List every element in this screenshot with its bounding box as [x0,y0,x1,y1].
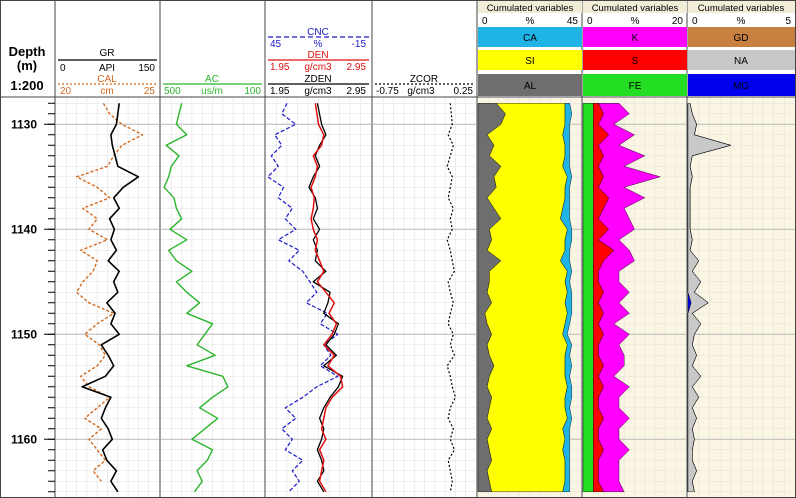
ac-unit: us/m [201,86,223,97]
ac-name: AC [205,74,219,85]
zden-max: 2.95 [347,86,367,97]
panel-1-unit: % [526,16,535,27]
cnc-name: CNC [307,27,329,38]
panel-2-min: 0 [587,16,593,27]
panel-1-max: 45 [567,16,579,27]
zden-curve [308,103,344,493]
zcor-min: -0.75 [376,86,399,97]
panel-2-unit: % [631,16,640,27]
gr-max: 150 [138,63,155,74]
zden-min: 1.95 [270,86,290,97]
legend-label-k: K [632,33,639,44]
zden-unit: g/cm3 [304,86,332,97]
ac-max: 100 [244,86,261,97]
legend-label-mg: MG [733,81,749,92]
panel-3-title: Cumulated variables [698,3,785,14]
gr-curve [81,103,140,493]
panel-2-title: Cumulated variables [592,3,679,14]
cnc-curve [267,103,339,493]
depth-axis: 1130 1140 1150 1160 [11,102,55,493]
cnc-unit: % [314,39,323,50]
den-name: DEN [307,50,328,61]
den-unit: g/cm3 [304,62,332,73]
depth-label-1150: 1150 [11,327,37,341]
den-curve [310,103,344,493]
zden-name: ZDEN [304,74,331,85]
zcor-curve [446,103,456,492]
ac-min: 500 [164,86,181,97]
depth-scale: 1:200 [10,78,43,93]
zcor-name: ZCOR [410,74,438,85]
den-min: 1.95 [270,62,290,73]
panel-2-max: 20 [672,16,684,27]
cal-unit: cm [100,86,113,97]
depth-label-1140: 1140 [11,222,37,236]
ac-curve [163,103,229,493]
zcor-unit: g/cm3 [407,86,435,97]
cal-name: CAL [97,74,117,85]
legend-label-si: SI [525,56,534,67]
cal-max: 25 [144,86,156,97]
depth-label: Depth [9,44,46,59]
zcor-max: 0.25 [454,86,474,97]
gr-unit: API [99,63,115,74]
panel-3-max: 5 [785,16,791,27]
legend-label-al: AL [524,81,537,92]
depth-header: Depth (m) 1:200 [9,44,46,93]
cnc-max: -15 [352,39,367,50]
legend-label-ca: CA [523,33,537,44]
area-si [484,103,568,492]
panel-1-min: 0 [482,16,488,27]
gr-name: GR [100,48,115,59]
panel-1-title: Cumulated variables [487,3,574,14]
log-curves [75,102,456,493]
panel-3-unit: % [737,16,746,27]
gr-min: 0 [60,63,66,74]
track-zcor-header: ZCOR -0.75 g/cm3 0.25 [375,74,474,97]
depth-label-1130: 1130 [11,117,37,131]
panel-1-header: Cumulated variables 0 % 45 CA SI AL [478,1,582,96]
track-ac-header: AC 500 us/m 100 [163,74,262,97]
cnc-min: 45 [270,39,282,50]
track-cnc-den-header: CNC 45 % -15 DEN 1.95 g/cm3 2.95 ZDEN 1.… [268,27,369,97]
panel-3-header: Cumulated variables 0 % 5 GD NA MG [688,1,795,96]
area-fe [582,103,594,492]
legend-label-gd: GD [734,33,749,44]
legend-label-fe: FE [629,81,642,92]
track-gr-cal-header: GR 0 API 150 CAL 20 cm 25 [58,48,157,97]
legend-label-s: S [632,56,639,67]
panel-3-min: 0 [692,16,698,27]
panel-2-header: Cumulated variables 0 % 20 K S FE [583,1,687,96]
den-max: 2.95 [347,62,367,73]
cal-min: 20 [60,86,72,97]
depth-label-1160: 1160 [11,432,37,446]
well-log-plot: Depth (m) 1:200 GR 0 API 150 CAL 20 cm 2… [0,0,796,498]
legend-label-na: NA [734,56,748,67]
depth-unit: (m) [17,58,37,73]
